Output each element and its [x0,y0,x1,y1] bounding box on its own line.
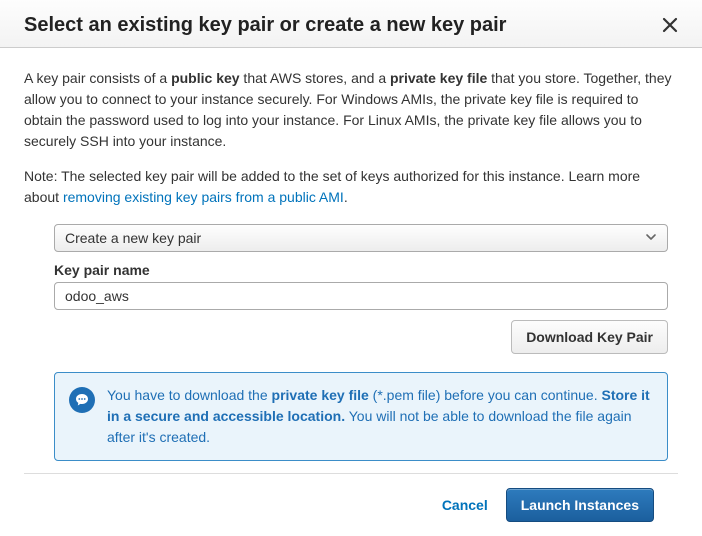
dialog-header: Select an existing key pair or create a … [0,0,702,48]
dialog-title: Select an existing key pair or create a … [24,14,506,37]
close-icon[interactable] [662,15,678,37]
key-pair-name-input[interactable] [54,282,668,310]
key-pair-name-label: Key pair name [54,262,668,278]
cancel-button[interactable]: Cancel [442,497,488,513]
form-area: Create a new key pair Key pair name Down… [24,224,678,461]
alert-text: You have to download the private key fil… [107,385,653,448]
key-pair-select[interactable]: Create a new key pair [54,224,668,252]
download-row: Download Key Pair [54,320,668,354]
note-text: Note: The selected key pair will be adde… [24,166,678,208]
dialog-footer: Cancel Launch Instances [24,473,678,536]
chat-bubble-icon [69,387,95,413]
description-text: A key pair consists of a public key that… [24,68,678,152]
learn-more-link[interactable]: removing existing key pairs from a publi… [63,189,344,205]
dialog-body: A key pair consists of a public key that… [0,48,702,473]
download-key-pair-button[interactable]: Download Key Pair [511,320,668,354]
info-alert: You have to download the private key fil… [54,372,668,461]
key-pair-dialog: Select an existing key pair or create a … [0,0,702,525]
select-value: Create a new key pair [65,230,201,246]
key-pair-select-wrap: Create a new key pair [54,224,668,252]
chevron-down-icon [645,230,657,246]
launch-instances-button[interactable]: Launch Instances [506,488,654,522]
